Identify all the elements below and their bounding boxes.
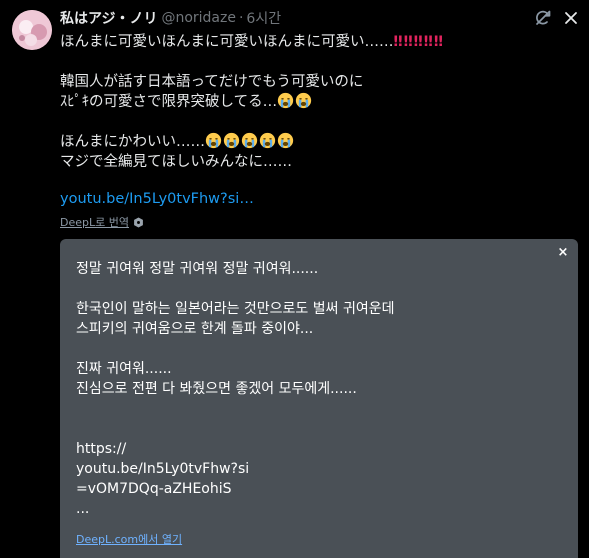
loudly-crying-face-emoji: [295, 92, 312, 109]
display-name[interactable]: 私はアジ・ノリ: [60, 8, 157, 28]
translation-line: youtu.be/In5Ly0tvFhw?si: [76, 461, 250, 477]
open-in-deepl-link[interactable]: DeepL.com에서 열기: [76, 531, 182, 547]
tweet-line: ほんまにかわいい……: [60, 132, 560, 152]
tweet-url-link[interactable]: youtu.be/In5Ly0tvFhw?si…: [60, 191, 254, 207]
loudly-crying-face-emoji: [277, 132, 294, 149]
close-icon[interactable]: ×: [556, 245, 570, 260]
translation-text: 정말 귀여워 정말 귀여워 정말 귀여워...... 한국인이 말하는 일본어라…: [76, 259, 395, 519]
translation-line: =vOM7DQq-aZHEohiS: [76, 481, 232, 497]
tweet-text: ほんまに可愛いほんまに可愛いほんまに可愛い……‼‼‼‼‼ 韓国人が話す日本語って…: [60, 32, 560, 172]
deepl-translate-link[interactable]: DeepL로 번역: [60, 214, 144, 230]
loudly-crying-face-emoji: [277, 92, 294, 109]
loudly-crying-face-emoji: [205, 132, 222, 149]
translation-line: https://: [76, 441, 127, 457]
loudly-crying-face-emoji: [241, 132, 258, 149]
tweet-line: マジで全編見てほしいみんなに……: [60, 154, 292, 170]
close-icon[interactable]: [561, 8, 581, 28]
deepl-logo-icon: [134, 216, 143, 228]
translation-line: ...: [76, 501, 90, 517]
deepl-translate-label: DeepL로 번역: [60, 216, 129, 229]
double-exclamation-emoji: ‼‼‼‼‼: [393, 34, 444, 50]
tweet-line: ｽﾋﾟｷの可愛さで限界突破してる…: [60, 92, 560, 112]
translation-panel: × 정말 귀여워 정말 귀여워 정말 귀여워...... 한국인이 말하는 일본…: [60, 239, 578, 558]
avatar[interactable]: [12, 10, 52, 50]
tweet-line: 韓国人が話す日本語ってだけでもう可愛いのに: [60, 74, 364, 90]
tweet-header: 私はアジ・ノリ @noridaze · 6시간: [60, 8, 281, 28]
loudly-crying-face-emoji: [259, 132, 276, 149]
user-handle[interactable]: @noridaze: [161, 10, 236, 26]
translation-line: 진짜 귀여워......: [76, 361, 172, 377]
translation-line: 정말 귀여워 정말 귀여워 정말 귀여워......: [76, 261, 319, 277]
loudly-crying-face-emoji: [223, 132, 240, 149]
timestamp[interactable]: 6시간: [246, 8, 281, 28]
translate-off-icon[interactable]: [533, 8, 553, 28]
translation-line: 한국인이 말하는 일본어라는 것만으로도 벌써 귀여운데: [76, 301, 395, 317]
translation-line: 스피키의 귀여움으로 한계 돌파 중이야...: [76, 321, 314, 337]
tweet-line: ほんまに可愛いほんまに可愛いほんまに可愛い……‼‼‼‼‼: [60, 34, 444, 50]
separator-dot: ·: [238, 10, 244, 26]
translation-line: 진심으로 전편 다 봐줬으면 좋겠어 모두에게......: [76, 381, 357, 397]
